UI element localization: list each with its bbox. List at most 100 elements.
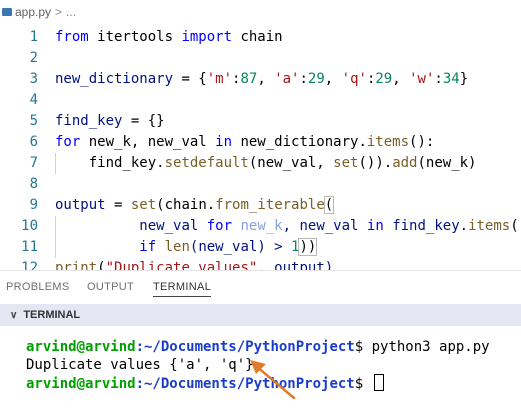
code-line-3: new_dictionary = {'m':87, 'a':29, 'q':29… bbox=[55, 69, 468, 90]
line-number: 2 bbox=[29, 50, 38, 66]
code-text: = {} bbox=[122, 113, 165, 129]
code-text: new_dictionary. bbox=[232, 134, 367, 150]
terminal-line: Duplicate values {'a', 'q'} bbox=[26, 356, 254, 374]
keyword: if bbox=[139, 239, 157, 255]
terminal-line: arvind@arvind:~/Documents/PythonProject$ bbox=[26, 374, 384, 392]
terminal-output: Duplicate values {'a', 'q'} bbox=[26, 357, 254, 373]
code-text: , bbox=[324, 71, 342, 87]
breadcrumb-separator: > bbox=[55, 5, 63, 19]
function-name: setdefault bbox=[164, 155, 249, 171]
code-content[interactable]: from itertools import chain new_dictiona… bbox=[55, 24, 521, 270]
function-name: from_iterable bbox=[215, 197, 325, 213]
line-number: 5 bbox=[29, 113, 38, 129]
code-text: find_key. bbox=[383, 218, 469, 234]
breadcrumb-file[interactable]: app.py bbox=[15, 5, 51, 19]
module-name: itertools bbox=[88, 29, 182, 45]
tab-terminal[interactable]: TERMINAL bbox=[153, 271, 212, 303]
function-name: add bbox=[392, 155, 418, 171]
string-literal: 'q' bbox=[341, 71, 367, 87]
keyword: for bbox=[206, 218, 233, 234]
import-name: chain bbox=[232, 29, 283, 45]
string-literal: 'a' bbox=[274, 71, 300, 87]
tab-output[interactable]: OUTPUT bbox=[87, 271, 134, 303]
code-line-5: find_key = {} bbox=[55, 111, 165, 132]
string-literal: 'w' bbox=[409, 71, 435, 87]
code-text: : bbox=[434, 71, 443, 87]
number-literal: 29 bbox=[307, 71, 325, 87]
unused-variable: new_k bbox=[232, 218, 283, 234]
line-number: 7 bbox=[29, 155, 38, 171]
code-text: ( bbox=[97, 260, 106, 270]
keyword: for bbox=[55, 134, 81, 150]
code-text: new_val bbox=[139, 218, 207, 234]
prompt-symbol: $ bbox=[354, 376, 372, 392]
line-number: 8 bbox=[29, 176, 38, 192]
terminal-command: python3 app.py bbox=[371, 339, 490, 355]
breadcrumb-more[interactable]: ... bbox=[66, 5, 76, 19]
function-name: set bbox=[130, 197, 157, 213]
prompt-user: arvind@arvind bbox=[26, 376, 136, 392]
terminal-cursor[interactable] bbox=[373, 374, 384, 391]
code-text: , bbox=[257, 71, 275, 87]
code-text: } bbox=[459, 71, 469, 87]
code-text: , bbox=[392, 71, 410, 87]
annotation-arrow-icon bbox=[250, 360, 296, 400]
function-name: print bbox=[55, 260, 98, 270]
breadcrumb: app.py > ... bbox=[0, 0, 521, 24]
prompt-symbol: $ bbox=[354, 339, 372, 355]
number-literal: 34 bbox=[442, 71, 460, 87]
variable: find_key bbox=[55, 113, 123, 129]
matched-bracket: ( bbox=[323, 196, 335, 214]
code-line-12: print("Duplicate values", output) bbox=[55, 258, 333, 270]
keyword: in bbox=[366, 218, 384, 234]
code-text: () bbox=[510, 218, 521, 234]
code-text: find_key. bbox=[88, 155, 165, 171]
terminal-section-header[interactable]: ∨ TERMINAL bbox=[0, 304, 521, 326]
code-text: , new_val bbox=[282, 218, 367, 234]
function-name: len bbox=[164, 239, 190, 255]
tab-problems[interactable]: PROBLEMS bbox=[6, 271, 70, 303]
keyword: from bbox=[55, 29, 89, 45]
code-text: (): bbox=[409, 134, 435, 150]
code-text: (new_val) > bbox=[189, 239, 292, 255]
line-number: 4 bbox=[29, 92, 38, 108]
function-name: items bbox=[366, 134, 410, 150]
variable: output bbox=[55, 197, 106, 213]
variable: new_dictionary bbox=[55, 71, 174, 87]
code-text: , output) bbox=[257, 260, 334, 270]
line-number: 10 bbox=[21, 218, 38, 234]
prompt-path: :~/Documents/PythonProject bbox=[135, 339, 355, 355]
function-name: set bbox=[333, 155, 359, 171]
line-number: 12 bbox=[21, 260, 38, 270]
keyword: import bbox=[181, 29, 233, 45]
panel-tabs: PROBLEMS OUTPUT TERMINAL bbox=[0, 271, 521, 303]
code-text: = { bbox=[173, 71, 207, 87]
terminal-line: arvind@arvind:~/Documents/PythonProject$… bbox=[26, 338, 490, 356]
code-text: (new_val, bbox=[248, 155, 334, 171]
code-line-11: if len(new_val) > 1)) bbox=[55, 237, 318, 258]
code-line-6: for new_k, new_val in new_dictionary.ite… bbox=[55, 132, 434, 153]
terminal-header-title: TERMINAL bbox=[23, 309, 81, 321]
line-number: 1 bbox=[29, 29, 38, 45]
code-text: ()). bbox=[358, 155, 393, 171]
code-text: (new_k) bbox=[417, 155, 477, 171]
matched-bracket: )) bbox=[298, 238, 318, 256]
line-number: 3 bbox=[29, 71, 38, 87]
chevron-down-icon[interactable]: ∨ bbox=[10, 310, 17, 321]
code-line-9: output = set(chain.from_iterable( bbox=[55, 195, 335, 216]
code-line-7: find_key.setdefault(new_val, set()).add(… bbox=[55, 153, 477, 174]
code-editor[interactable]: 1 2 3 4 5 6 7 8 9 10 11 12 13 from itert… bbox=[0, 24, 521, 270]
line-number: 11 bbox=[21, 239, 38, 255]
string-literal: "Duplicate values" bbox=[105, 260, 258, 270]
line-number: 9 bbox=[29, 197, 38, 213]
code-text: = bbox=[105, 197, 131, 213]
line-number: 6 bbox=[29, 134, 38, 150]
code-text: : bbox=[299, 71, 308, 87]
keyword: in bbox=[215, 134, 233, 150]
code-text: (chain. bbox=[156, 197, 216, 213]
prompt-user: arvind@arvind bbox=[26, 339, 136, 355]
number-literal: 87 bbox=[240, 71, 258, 87]
